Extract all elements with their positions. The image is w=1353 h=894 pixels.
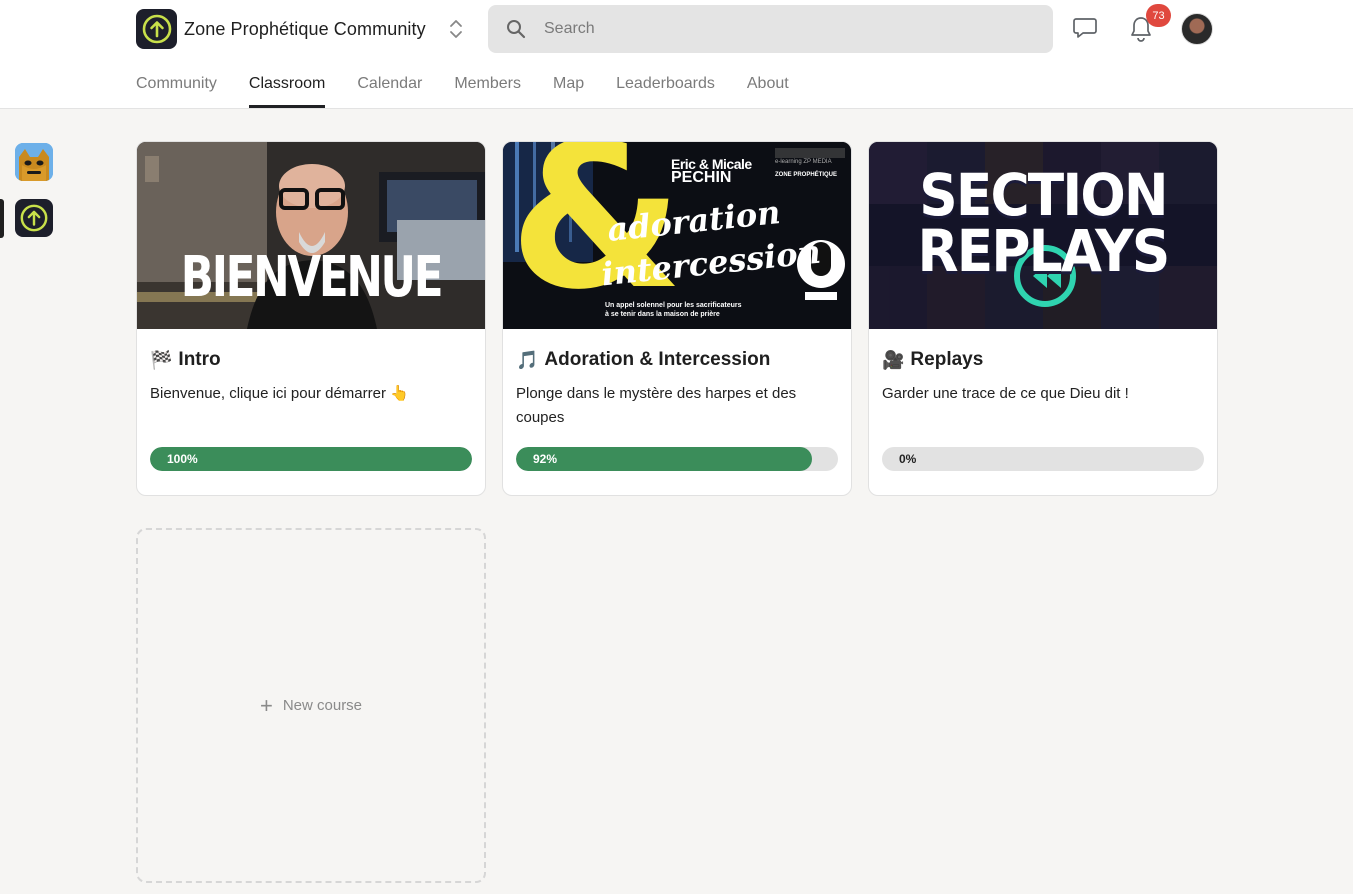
course-cover-image: BIENVENUE: [137, 142, 485, 329]
course-progress-bar: 92%: [516, 447, 838, 471]
course-card-intro[interactable]: BIENVENUE 🏁 Intro Bienvenue, clique ici …: [136, 141, 486, 496]
plus-icon: +: [259, 692, 273, 718]
course-cover-image: SECTION REPLAYS: [869, 142, 1217, 329]
course-card-replays[interactable]: SECTION REPLAYS 🎥 Replays Garder une tra…: [868, 141, 1218, 496]
cover-title-line1: SECTION: [919, 161, 1168, 229]
cover-brand-small: e-learning ZP MEDIA: [775, 159, 832, 165]
top-header: Zone Prophétique Community 73 Community …: [0, 0, 1353, 109]
course-title-text: Intro: [178, 349, 221, 370]
new-course-button[interactable]: + New course: [136, 528, 486, 883]
course-card-adoration[interactable]: & Eric & Micale PECHIN e-learning ZP MED…: [502, 141, 852, 496]
checkered-flag-icon: 🏁: [150, 349, 173, 371]
cover-brand: ZONE PROPHÉTIQUE: [775, 172, 838, 178]
zone-prophetique-icon[interactable]: [15, 199, 53, 237]
course-title: 🎥 Replays: [882, 348, 1204, 372]
course-cover-image: & Eric & Micale PECHIN e-learning ZP MED…: [503, 142, 851, 329]
course-title: 🎵 Adoration & Intercession: [516, 348, 838, 372]
cover-authors-line2: PECHIN: [671, 169, 732, 186]
course-progress-label: 100%: [167, 452, 198, 466]
search-bar[interactable]: [488, 5, 1053, 53]
community-logo-icon[interactable]: [136, 9, 177, 49]
new-course-label: New course: [282, 697, 363, 714]
course-progress-bar: 0%: [882, 447, 1204, 471]
course-progress-label: 92%: [533, 452, 558, 466]
course-progress-fill: [516, 447, 813, 471]
tab-calendar[interactable]: Calendar: [357, 58, 422, 108]
chat-bubble-icon[interactable]: [1070, 13, 1100, 43]
rail-active-indicator: [0, 199, 4, 238]
video-camera-icon: 🎥: [882, 349, 905, 371]
tab-map[interactable]: Map: [553, 58, 584, 108]
course-title-text: Adoration & Intercession: [544, 349, 771, 370]
cover-title-line2: REPLAYS: [917, 217, 1170, 285]
cat-community-icon[interactable]: [15, 143, 53, 181]
user-avatar[interactable]: [1181, 13, 1213, 45]
course-description: Garder une trace de ce que Dieu dit !: [882, 385, 1129, 402]
course-progress-label: 0%: [899, 452, 917, 466]
course-description: Plonge dans le mystère des harpes et des…: [516, 385, 797, 426]
cover-tagline-2: à se tenir dans la maison de prière: [605, 311, 720, 318]
tab-community[interactable]: Community: [136, 58, 217, 108]
course-description: Bienvenue, clique ici pour démarrer 👆: [150, 385, 409, 402]
nav-tabs: Community Classroom Calendar Members Map…: [136, 58, 821, 108]
course-progress-bar: 100%: [150, 447, 472, 471]
tab-members[interactable]: Members: [454, 58, 521, 108]
tab-leaderboards[interactable]: Leaderboards: [616, 58, 715, 108]
notification-badge: 73: [1146, 4, 1171, 27]
chevron-up-down-icon[interactable]: [445, 17, 467, 41]
cover-title-text: BIENVENUE: [180, 245, 444, 310]
course-progress-fill: [150, 447, 472, 471]
music-note-icon: 🎵: [516, 349, 539, 371]
search-icon: [505, 18, 527, 40]
course-title-text: Replays: [910, 349, 984, 370]
community-brand[interactable]: Zone Prophétique Community: [136, 9, 426, 49]
course-title: 🏁 Intro: [150, 348, 472, 372]
community-name[interactable]: Zone Prophétique Community: [184, 19, 426, 40]
tab-about[interactable]: About: [747, 58, 789, 108]
search-input[interactable]: [544, 20, 994, 38]
tab-classroom[interactable]: Classroom: [248, 58, 326, 108]
cover-tagline-1: Un appel solennel pour les sacrificateur…: [605, 302, 742, 309]
